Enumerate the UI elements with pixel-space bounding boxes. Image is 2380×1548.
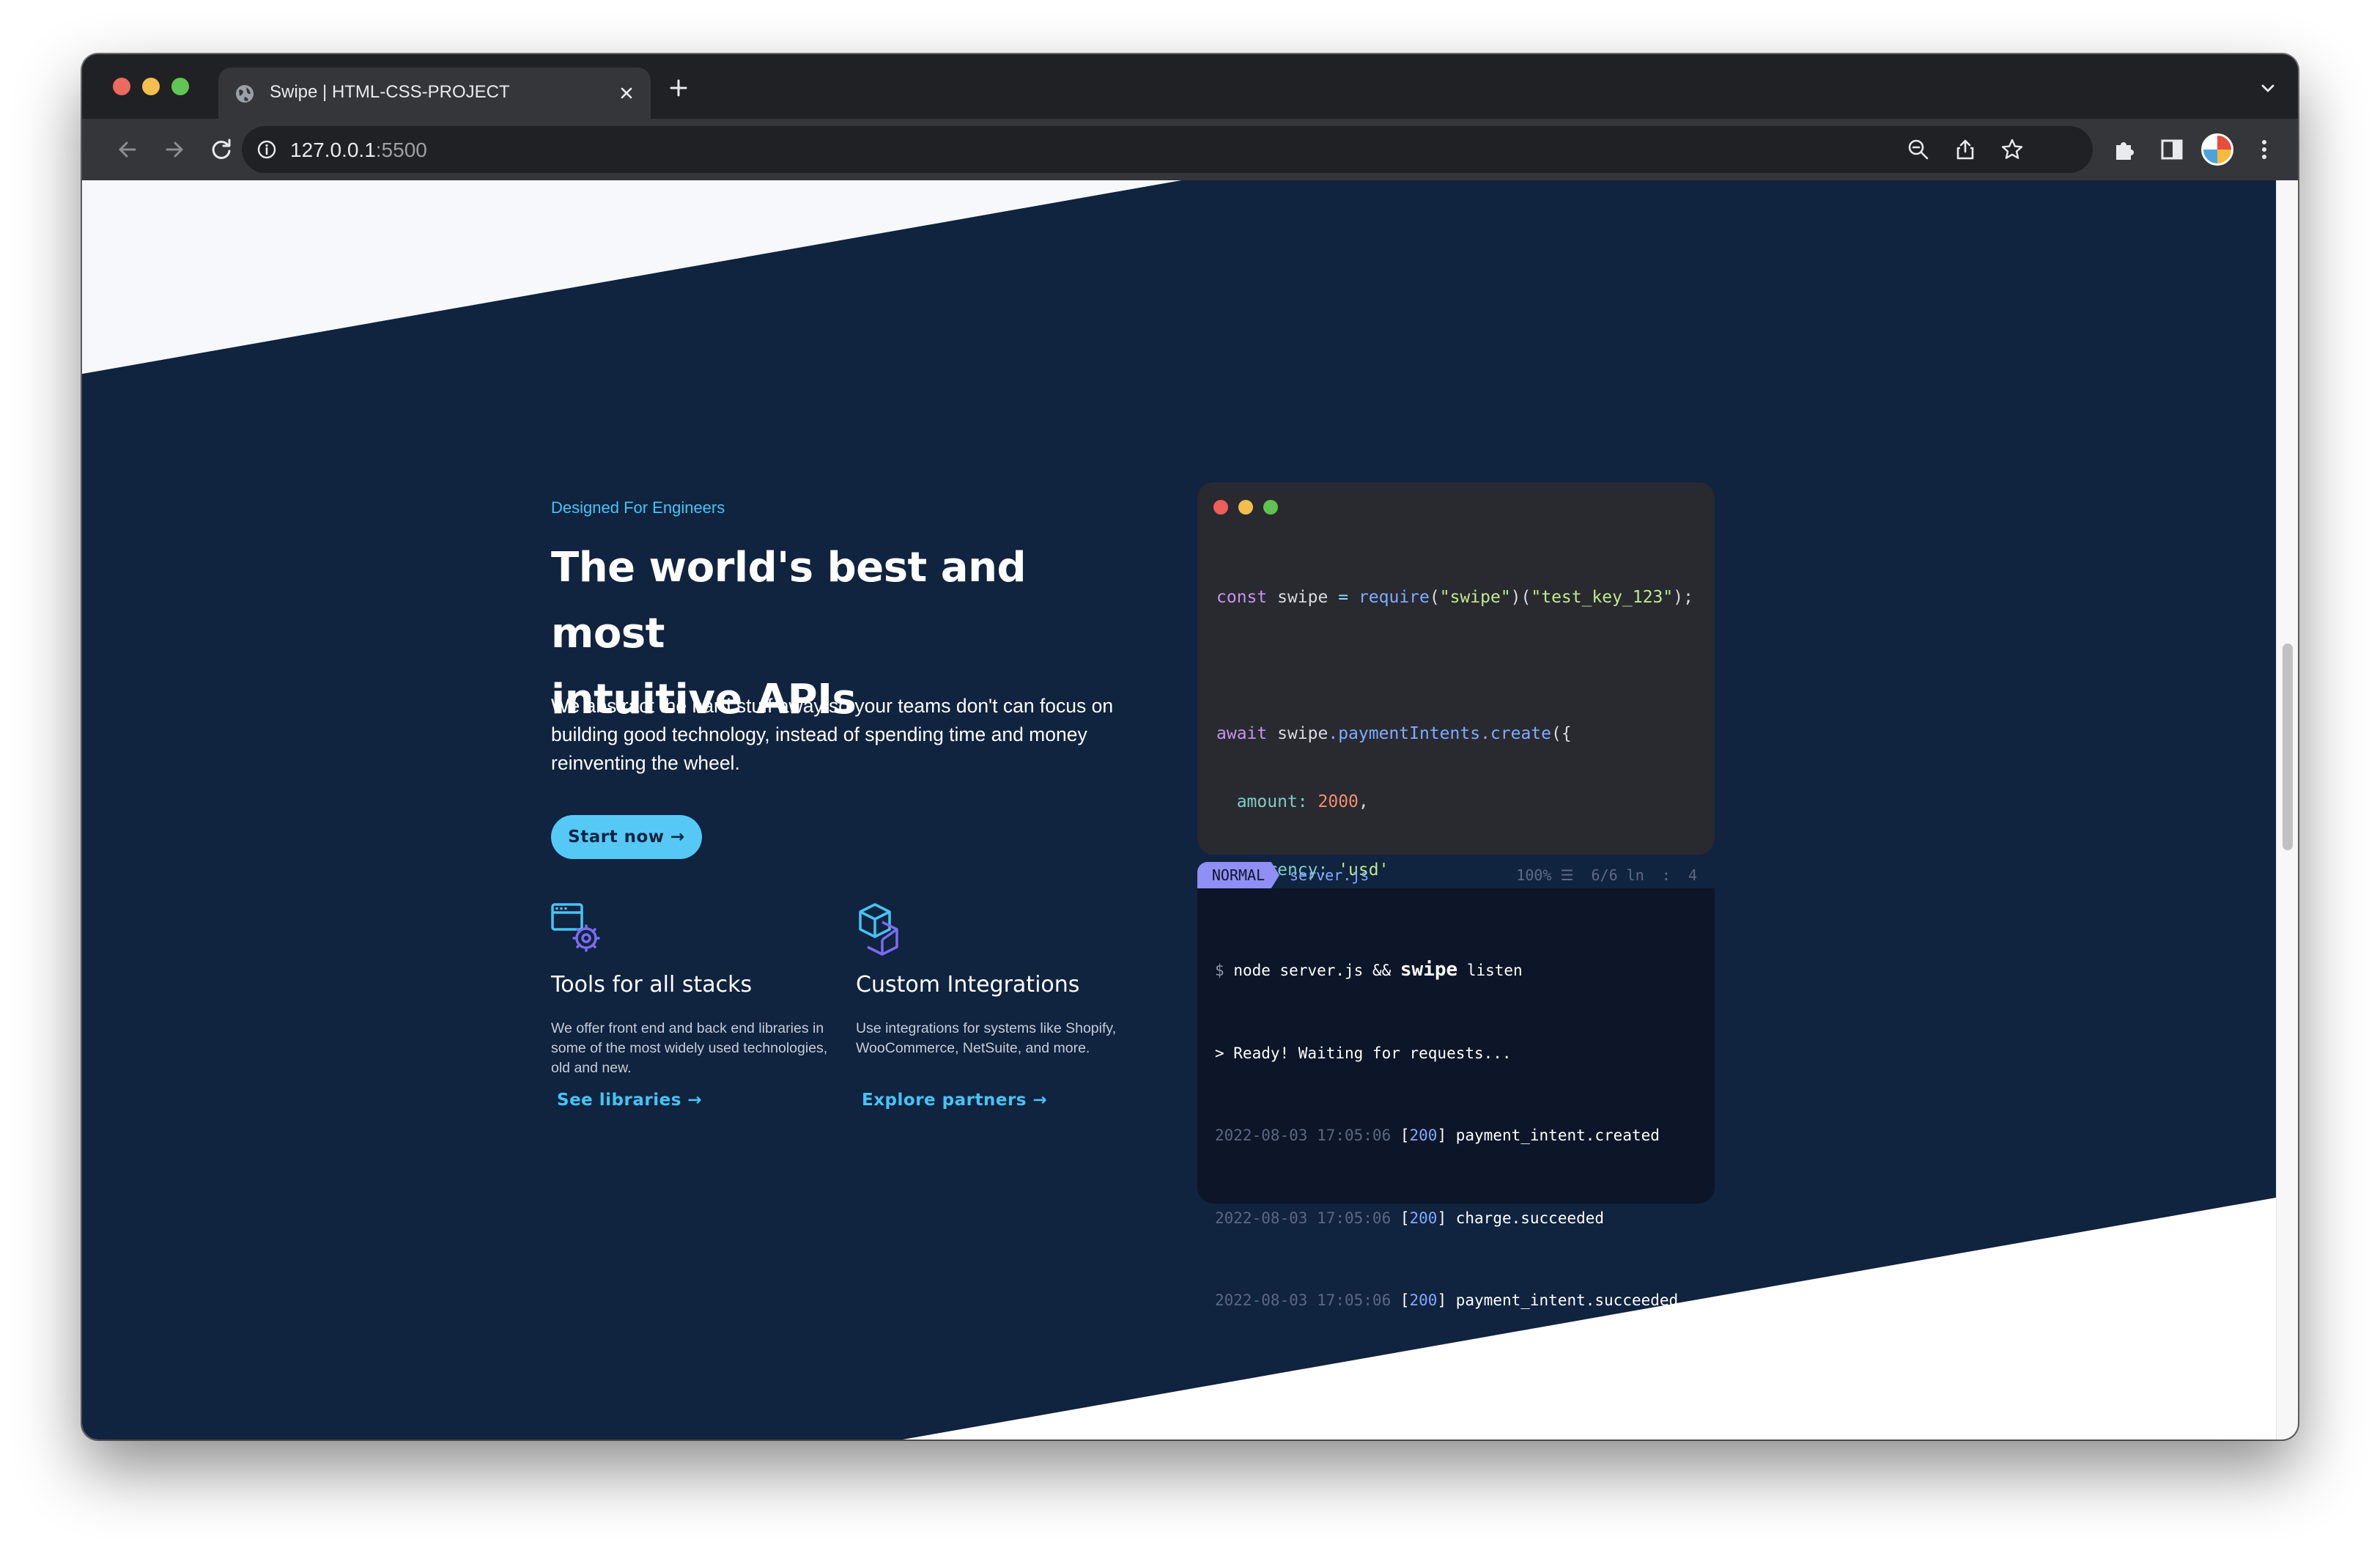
section-background [82,180,2276,1440]
page-scrollbar[interactable] [2276,180,2298,1440]
new-tab-icon[interactable] [668,78,689,98]
chevron-down-icon[interactable] [2258,79,2277,98]
editor-minimize-dot [1238,500,1253,515]
cube-icon [859,903,898,956]
status-file-name: server.js [1290,866,1370,884]
feature-title-integrations: Custom Integrations [856,972,1080,998]
code-line: await swipe.paymentIntents.create({ [1216,724,1572,743]
headline-line-1: The world's best and most [551,544,1027,657]
back-arrow-icon[interactable] [114,136,141,163]
title-bar: Swipe | HTML-CSS-PROJECT [82,54,2298,119]
address-bar[interactable]: 127.0.0.1:5500 [242,126,2093,173]
profile-avatar[interactable] [2201,133,2233,166]
forward-arrow-icon[interactable] [161,136,188,163]
terminal-log-line: 2022-08-03 17:05:06 [200] payment_intent… [1215,1127,1660,1144]
bookmark-star-icon[interactable] [2000,138,2024,161]
editor-zoom-dot [1263,500,1278,515]
terminal-log-line: 2022-08-03 17:05:06 [200] charge.succeed… [1215,1209,1605,1227]
scrollbar-thumb[interactable] [2283,644,2293,850]
zoom-icon[interactable] [1907,138,1930,161]
share-icon[interactable] [1954,138,1977,161]
browser-gear-icon [551,903,600,952]
close-tab-icon[interactable] [617,84,636,103]
mode-badge: NORMAL [1197,862,1279,888]
terminal-log-line: 2022-08-03 17:05:06 [200] payment_intent… [1215,1291,1679,1309]
feature-desc-stacks: We offer front end and back end librarie… [551,1020,828,1076]
browser-toolbar: 127.0.0.1:5500 [82,119,2298,180]
globe-icon [236,85,254,103]
terminal-window: $ node server.js && swipe listen > Ready… [1197,888,1715,1309]
terminal-command-line: $ node server.js && swipe listen [1215,959,1523,981]
see-libraries-link[interactable]: See libraries → [557,1091,702,1110]
terminal-ready-line: > Ready! Waiting for requests... [1215,1044,1512,1062]
more-menu-icon[interactable] [2251,136,2277,163]
terminal-output: $ node server.js && swipe listen > Ready… [1215,902,1678,1370]
browser-tab[interactable]: Swipe | HTML-CSS-PROJECT [218,67,651,119]
browser-window: Swipe | HTML-CSS-PROJECT 127.0.0.1:5500 … [82,54,2298,1440]
tab-title: Swipe | HTML-CSS-PROJECT [270,82,510,102]
extensions-puzzle-icon[interactable] [2112,136,2138,163]
minimize-window-button[interactable] [142,78,160,95]
info-icon[interactable] [256,139,277,160]
editor-close-dot [1213,500,1228,515]
code-line: const swipe = require("swipe")("test_key… [1216,588,1693,607]
page-viewport: Designed For Engineers The world's best … [82,180,2276,1440]
code-editor-window: const swipe = require("swipe")("test_key… [1197,482,1715,948]
explore-partners-link[interactable]: Explore partners → [862,1091,1047,1110]
section-eyebrow: Designed For Engineers [551,498,725,517]
zoom-window-button[interactable] [171,78,189,95]
start-now-button[interactable]: Start now → [551,815,702,859]
reload-icon[interactable] [208,136,234,163]
code-line: amount: 2000, [1236,792,1369,811]
section-lead-text: We abstract the hard stuff away so your … [551,695,1114,774]
editor-status-bar: NORMAL server.js 100% ☰ 6/6 ln : 4 [1197,862,1715,888]
close-window-button[interactable] [113,78,130,95]
url-text: 127.0.0.1:5500 [290,139,427,161]
status-position: 100% ☰ 6/6 ln : 4 [1516,866,1697,884]
feature-title-stacks: Tools for all stacks [551,972,753,998]
feature-desc-integrations: Use integrations for systems like Shopif… [856,1020,1117,1056]
side-panel-icon[interactable] [2159,136,2185,163]
